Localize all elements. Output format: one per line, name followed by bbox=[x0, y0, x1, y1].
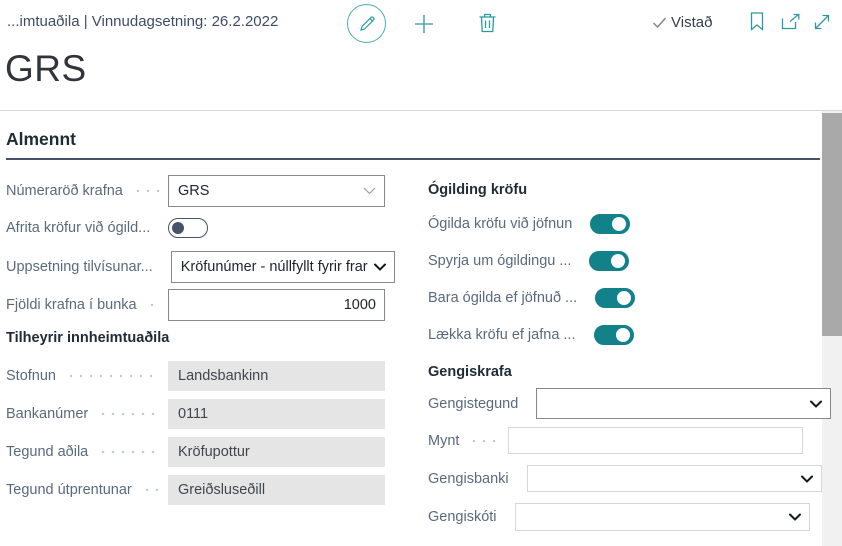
mynt-input[interactable] bbox=[508, 427, 803, 454]
field-row: Mynt bbox=[428, 427, 803, 454]
stofnun-readonly-field: Landsbankinn bbox=[168, 361, 385, 391]
field-row: Uppsetning tilvísunar... Kröfunúmer - nú… bbox=[6, 251, 385, 283]
gengistegund-select[interactable] bbox=[536, 388, 831, 419]
field-label: Tegund útprentunar bbox=[6, 482, 132, 498]
field-row: Afrita kröfur við ógild... bbox=[6, 215, 385, 241]
field-row: Númeraröð krafna GRS bbox=[6, 175, 385, 207]
chevron-down-icon bbox=[810, 400, 822, 408]
gengiskoti-select[interactable] bbox=[515, 503, 810, 531]
field-row: Fjöldi krafna í bunka bbox=[6, 289, 385, 321]
plus-icon bbox=[413, 13, 435, 35]
field-row: Gengistegund bbox=[428, 388, 803, 419]
select-value: Kröfunúmer - núllfyllt fyrir frar bbox=[181, 259, 368, 275]
tegund-utprentunar-readonly-field: Greiðsluseðill bbox=[168, 475, 385, 505]
field-row: Stofnun Landsbankinn bbox=[6, 361, 385, 391]
open-in-new-window-icon bbox=[781, 13, 801, 30]
gengisbanki-select[interactable] bbox=[527, 465, 822, 492]
fjoldi-krafna-input[interactable] bbox=[168, 289, 385, 321]
header-divider bbox=[0, 110, 842, 111]
field-label: Tegund aðila bbox=[6, 444, 88, 460]
toggle-knob bbox=[616, 328, 630, 342]
field-row: Gengisbanki bbox=[428, 465, 803, 492]
field-label: Afrita kröfur við ógild... bbox=[6, 220, 150, 236]
group-title-gengiskrafa: Gengiskrafa bbox=[428, 364, 512, 380]
field-row: Spyrja um ógildingu ... bbox=[428, 248, 803, 274]
field-row: Tegund útprentunar Greiðsluseðill bbox=[6, 475, 385, 505]
field-label: Lækka kröfu ef jafna ... bbox=[428, 327, 576, 343]
toggle-knob bbox=[172, 222, 184, 234]
delete-button[interactable] bbox=[478, 12, 497, 34]
pencil-icon bbox=[357, 14, 377, 34]
dotted-leader bbox=[142, 483, 160, 497]
field-row: Bankanúmer 0111 bbox=[6, 399, 385, 429]
dotted-leader bbox=[66, 369, 160, 383]
expand-button[interactable] bbox=[812, 12, 832, 32]
field-label: Uppsetning tilvísunar... bbox=[6, 259, 153, 275]
chevron-down-icon bbox=[374, 263, 386, 271]
dotted-leader bbox=[98, 445, 160, 459]
page-title: GRS bbox=[5, 48, 87, 90]
save-status-label: Vistað bbox=[671, 14, 712, 31]
edit-button[interactable] bbox=[347, 4, 386, 43]
field-label: Fjöldi krafna í bunka bbox=[6, 297, 137, 313]
field-label: Gengistegund bbox=[428, 396, 518, 412]
group-title-ogilding-krofu: Ógilding kröfu bbox=[428, 182, 527, 198]
field-row: Gengiskóti bbox=[428, 503, 803, 531]
check-icon bbox=[652, 16, 667, 29]
uppsetning-tilvisunar-select[interactable]: Kröfunúmer - núllfyllt fyrir frar bbox=[171, 251, 395, 283]
field-label: Mynt bbox=[428, 433, 459, 449]
open-in-new-window-button[interactable] bbox=[781, 13, 801, 30]
expand-arrows-icon bbox=[812, 12, 832, 32]
add-button[interactable] bbox=[413, 13, 435, 35]
field-row: Tegund aðila Kröfupottur bbox=[6, 437, 385, 467]
afrita-krofur-toggle[interactable] bbox=[168, 218, 208, 238]
field-label: Bankanúmer bbox=[6, 406, 88, 422]
chevron-down-icon bbox=[363, 187, 376, 195]
numeraroð-krafna-combobox[interactable]: GRS bbox=[168, 175, 385, 207]
field-label: Ógilda kröfu við jöfnun bbox=[428, 216, 572, 232]
trash-icon bbox=[478, 12, 497, 34]
combobox-value: GRS bbox=[178, 183, 209, 199]
dotted-leader bbox=[147, 298, 160, 312]
chevron-down-icon bbox=[789, 513, 801, 521]
bara-ogilda-toggle[interactable] bbox=[595, 288, 635, 308]
tegund-adila-readonly-field: Kröfupottur bbox=[168, 437, 385, 467]
field-label: Gengisbanki bbox=[428, 471, 509, 487]
toggle-knob bbox=[612, 217, 626, 231]
spyrja-um-ogildingu-toggle[interactable] bbox=[589, 251, 629, 271]
bookmark-button[interactable] bbox=[750, 12, 764, 31]
field-label: Spyrja um ógildingu ... bbox=[428, 253, 571, 269]
breadcrumb[interactable]: ...imtuaðila | Vinnudagsetning: 26.2.202… bbox=[7, 13, 278, 30]
field-row: Ógilda kröfu við jöfnun bbox=[428, 211, 803, 237]
bookmark-icon bbox=[750, 12, 764, 31]
subsection-title-tilheyrir: Tilheyrir innheimtuaðila bbox=[6, 330, 169, 346]
field-label: Númeraröð krafna bbox=[6, 183, 123, 199]
toggle-knob bbox=[611, 254, 625, 268]
bankanumer-readonly-field: 0111 bbox=[168, 399, 385, 429]
field-label: Bara ógilda ef jöfnuð ... bbox=[428, 290, 577, 306]
field-label: Stofnun bbox=[6, 368, 56, 384]
dotted-leader bbox=[469, 434, 500, 448]
laekka-krofu-toggle[interactable] bbox=[594, 325, 634, 345]
field-row: Bara ógilda ef jöfnuð ... bbox=[428, 285, 803, 311]
toggle-knob bbox=[617, 291, 631, 305]
dotted-leader bbox=[133, 184, 160, 198]
ogilda-krofu-toggle[interactable] bbox=[590, 214, 630, 234]
section-title-almennt: Almennt bbox=[6, 129, 820, 160]
save-status: Vistað bbox=[652, 14, 712, 31]
dotted-leader bbox=[98, 407, 160, 421]
field-label: Gengiskóti bbox=[428, 509, 497, 525]
chevron-down-icon bbox=[801, 475, 813, 483]
field-row: Lækka kröfu ef jafna ... bbox=[428, 322, 803, 348]
